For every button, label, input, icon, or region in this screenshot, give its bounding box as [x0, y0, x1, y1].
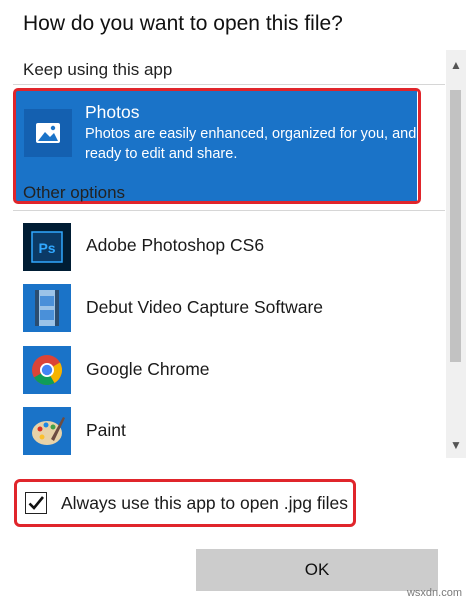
film-strip-icon: [23, 284, 71, 332]
photos-icon: [24, 109, 72, 157]
app-item-photoshop[interactable]: Ps Adobe Photoshop CS6: [13, 218, 445, 276]
app-name-photos: Photos: [85, 102, 140, 122]
checkbox-label: Always use this app to open .jpg files: [61, 493, 348, 513]
section-divider: [13, 84, 445, 85]
paint-palette-icon: [23, 407, 71, 455]
app-description-line-1: Photos are easily enhanced, organized fo…: [85, 126, 417, 142]
checkmark-icon: [28, 496, 45, 510]
ok-button[interactable]: OK: [196, 549, 438, 591]
svg-text:Ps: Ps: [38, 240, 55, 256]
always-use-checkbox[interactable]: [25, 492, 47, 514]
section-header-keep-using: Keep using this app: [23, 60, 173, 79]
section-header-other-options: Other options: [23, 183, 126, 202]
chrome-icon: [23, 346, 71, 394]
app-name: Debut Video Capture Software: [86, 297, 324, 317]
watermark: wsxdn.com: [406, 587, 462, 599]
dialog-title: How do you want to open this file?: [23, 12, 343, 35]
app-item-paint[interactable]: Paint: [13, 403, 445, 458]
always-use-checkbox-row[interactable]: Always use this app to open .jpg files: [14, 479, 356, 527]
app-item-debut[interactable]: Debut Video Capture Software: [13, 280, 445, 338]
section-divider: [13, 210, 445, 211]
photoshop-icon: Ps: [23, 223, 71, 271]
app-list: Keep using this app Photos Photos are ea…: [0, 50, 446, 458]
app-item-chrome[interactable]: Google Chrome: [13, 342, 445, 400]
scroll-down-arrow-icon[interactable]: ▼: [446, 436, 466, 454]
scroll-up-arrow-icon[interactable]: ▲: [446, 56, 466, 74]
scroll-thumb[interactable]: [450, 90, 461, 362]
app-name: Adobe Photoshop CS6: [86, 235, 265, 255]
app-description-line-2: ready to edit and share.: [85, 146, 238, 162]
app-name: Paint: [86, 420, 126, 440]
app-name: Google Chrome: [86, 359, 210, 379]
vertical-scrollbar[interactable]: ▲ ▼: [446, 50, 466, 458]
